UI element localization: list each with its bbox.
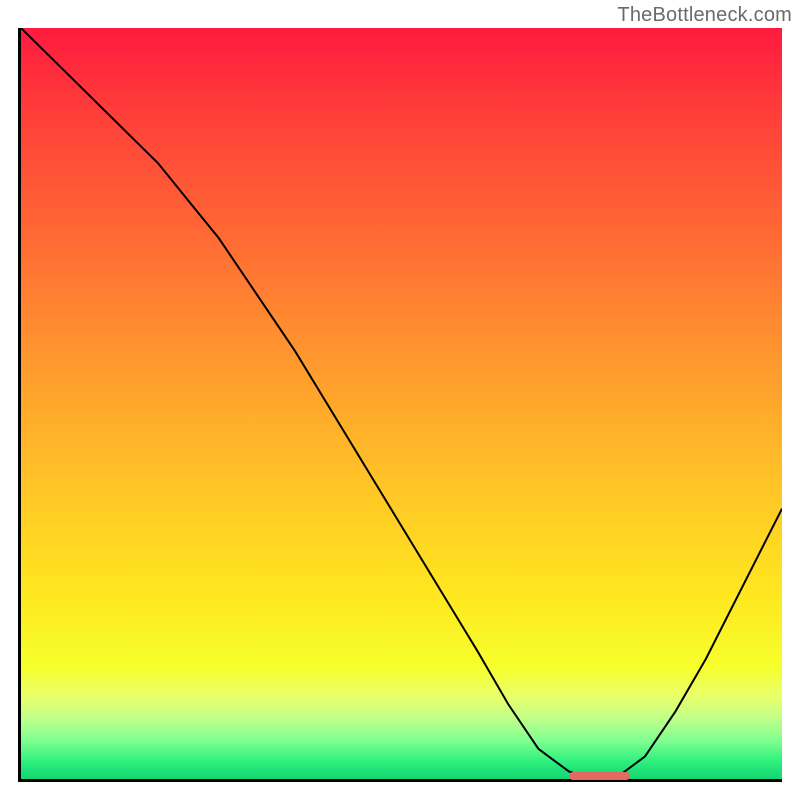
bottleneck-curve <box>21 28 782 779</box>
watermark-text: TheBottleneck.com <box>617 4 792 27</box>
chart-container: TheBottleneck.com <box>0 0 800 800</box>
plot-area <box>18 28 782 782</box>
optimal-range-marker <box>569 772 630 780</box>
